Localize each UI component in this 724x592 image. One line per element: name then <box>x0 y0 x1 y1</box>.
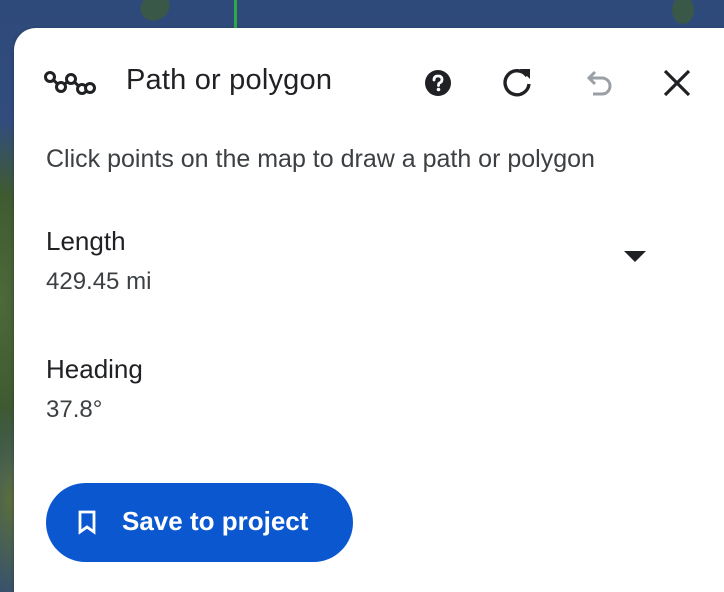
length-value: 429.45 mi <box>46 268 152 295</box>
close-icon <box>663 69 691 97</box>
path-polyline-icon <box>44 71 96 95</box>
save-to-project-button[interactable]: Save to project <box>46 483 353 562</box>
panel-title: Path or polygon <box>126 64 333 96</box>
heading-label: Heading <box>46 354 143 384</box>
undo-button[interactable] <box>576 61 620 105</box>
instruction-text: Click points on the map to draw a path o… <box>46 145 595 173</box>
heading-value: 37.8° <box>46 396 103 423</box>
length-unit-dropdown[interactable] <box>615 241 655 273</box>
help-icon <box>425 70 451 96</box>
path-polygon-panel: Path or polygon Click points on the map … <box>14 28 724 592</box>
map-island <box>135 0 175 26</box>
save-to-project-label: Save to project <box>122 506 309 536</box>
undo-icon <box>586 70 612 96</box>
panel-header: Path or polygon <box>14 28 724 138</box>
length-label: Length <box>46 226 126 256</box>
map-island <box>672 0 694 24</box>
close-button[interactable] <box>655 61 699 105</box>
map-path-line <box>234 0 237 30</box>
help-button[interactable] <box>416 61 460 105</box>
chevron-down-icon <box>624 251 646 262</box>
bookmark-icon <box>78 510 96 535</box>
refresh-icon <box>503 69 531 97</box>
refresh-button[interactable] <box>495 61 539 105</box>
